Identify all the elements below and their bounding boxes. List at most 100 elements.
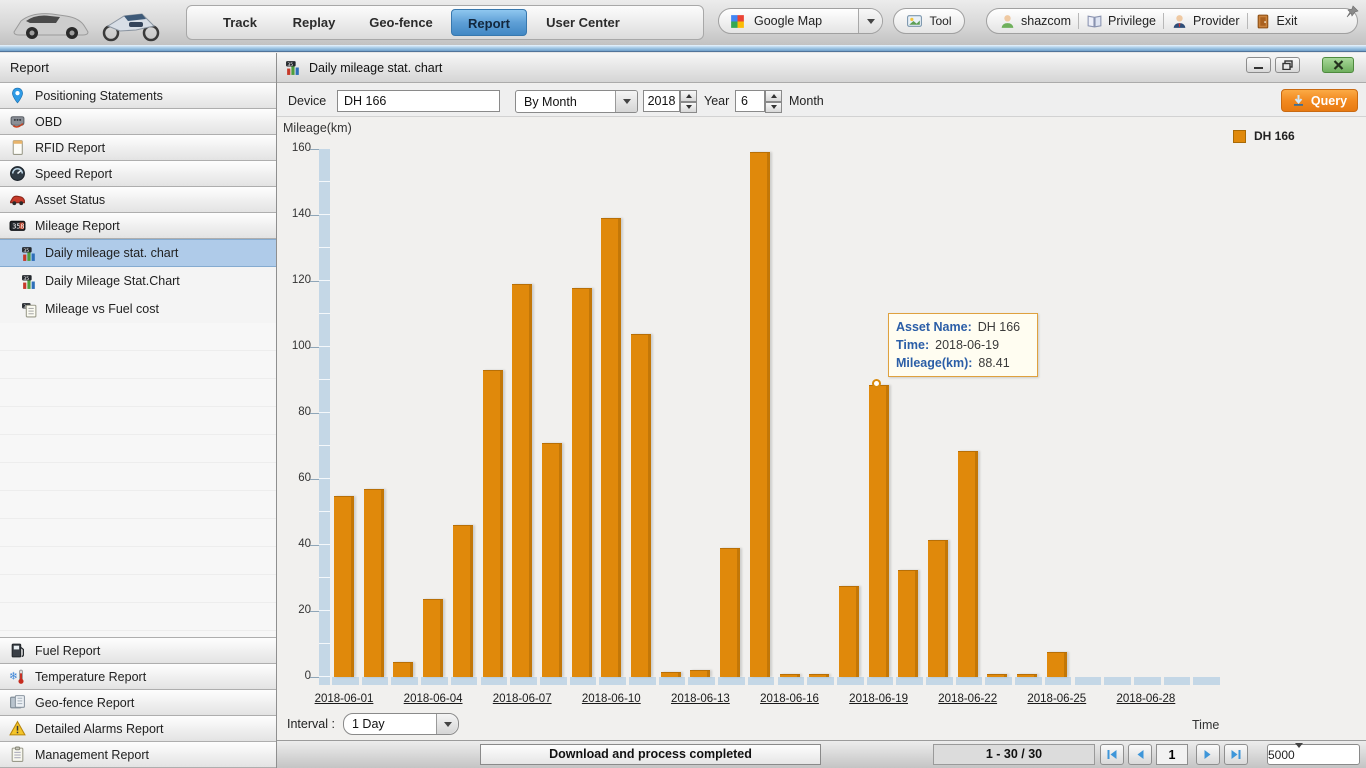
sidebar-subitem-daily-mileage-stat-chart-2[interactable]: 35 Daily Mileage Stat.Chart — [0, 267, 276, 295]
minimize-button[interactable] — [1246, 57, 1271, 73]
y-tick-label: 40 — [277, 538, 311, 550]
status-message[interactable]: Download and process completed — [480, 744, 821, 765]
period-mode-arrow[interactable] — [615, 91, 637, 112]
x-axis-segment — [778, 677, 805, 685]
x-tick-label[interactable]: 2018-06-19 — [837, 693, 921, 705]
sidebar-item-positioning-statements[interactable]: Positioning Statements — [0, 82, 276, 109]
exit-button[interactable]: Exit — [1255, 13, 1298, 30]
interval-arrow[interactable] — [436, 714, 458, 734]
year-input[interactable] — [643, 90, 680, 112]
location-pin-icon — [9, 87, 26, 104]
prev-page-button[interactable] — [1128, 744, 1152, 765]
period-mode-select[interactable]: By Month — [515, 90, 638, 113]
query-button[interactable]: Query — [1281, 89, 1358, 112]
sidebar-item-mileage-report[interactable]: 35 8 Mileage Report — [0, 212, 276, 239]
pushpin-icon[interactable] — [1344, 4, 1360, 20]
restore-button[interactable] — [1275, 57, 1300, 73]
first-page-button[interactable] — [1100, 744, 1124, 765]
google-map-icon — [729, 13, 746, 30]
month-spin-up[interactable] — [765, 90, 782, 102]
tab-report[interactable]: Report — [451, 9, 527, 36]
year-spin-up[interactable] — [680, 90, 697, 102]
x-axis-segment — [985, 677, 1012, 685]
sidebar-item-geo-fence-report[interactable]: Geo-fence Report — [0, 689, 276, 716]
provider-button[interactable]: Provider — [1171, 13, 1240, 30]
tab-user-center[interactable]: User Center — [537, 9, 629, 36]
interval-row: Interval : 1 Day Time — [277, 710, 1366, 740]
x-tick-label[interactable]: 2018-06-10 — [569, 693, 653, 705]
x-tick-label[interactable]: 2018-06-25 — [1015, 693, 1099, 705]
x-tick-label[interactable]: 2018-06-07 — [480, 693, 564, 705]
mileage-bar-2018-06-15[interactable] — [750, 152, 770, 677]
next-page-button[interactable] — [1196, 744, 1220, 765]
mileage-bar-2018-06-20[interactable] — [898, 570, 918, 677]
mileage-bar-2018-06-22[interactable] — [958, 451, 978, 677]
month-spinner[interactable] — [765, 90, 782, 113]
mileage-bar-2018-06-05[interactable] — [453, 525, 473, 677]
tab-geo-fence[interactable]: Geo-fence — [359, 9, 443, 36]
mileage-bar-2018-06-19[interactable] — [869, 385, 889, 677]
x-tick-label[interactable]: 2018-06-13 — [658, 693, 742, 705]
sidebar-item-obd[interactable]: OBD — [0, 108, 276, 135]
mileage-bar-2018-06-23[interactable] — [987, 674, 1007, 677]
sidebar-item-management-report[interactable]: Management Report — [0, 741, 276, 768]
year-spinner[interactable] — [680, 90, 697, 113]
interval-select[interactable]: 1 Day — [343, 713, 459, 735]
mileage-bar-2018-06-13[interactable] — [690, 670, 710, 677]
mileage-bar-2018-06-24[interactable] — [1017, 674, 1037, 677]
month-input[interactable] — [735, 90, 765, 112]
x-tick-label[interactable]: 2018-06-01 — [302, 693, 386, 705]
page-input[interactable] — [1156, 744, 1188, 765]
provider-label: Provider — [1193, 14, 1240, 28]
mileage-bar-2018-06-25[interactable] — [1047, 652, 1067, 677]
sidebar-subitem-daily-mileage-stat-chart[interactable]: 35 Daily mileage stat. chart — [0, 239, 276, 267]
x-tick-label[interactable]: 2018-06-16 — [748, 693, 832, 705]
tab-track[interactable]: Track — [205, 9, 275, 36]
mileage-bar-2018-06-06[interactable] — [483, 370, 503, 677]
sidebar-item-detailed-alarms-report[interactable]: Detailed Alarms Report — [0, 715, 276, 742]
tool-button[interactable]: Tool — [893, 8, 965, 34]
y-tick-label: 0 — [277, 670, 311, 682]
page-size-arrow[interactable] — [1295, 748, 1303, 762]
tab-replay[interactable]: Replay — [279, 9, 349, 36]
sidebar-item-rfid-report[interactable]: RFID Report — [0, 134, 276, 161]
mileage-bar-2018-06-09[interactable] — [572, 288, 592, 677]
sidebar-item-fuel-report[interactable]: Fuel Report — [0, 637, 276, 664]
device-label: Device — [288, 94, 326, 108]
mileage-bar-2018-06-12[interactable] — [661, 672, 681, 677]
x-tick-label[interactable]: 2018-06-22 — [926, 693, 1010, 705]
mileage-bar-2018-06-16[interactable] — [780, 674, 800, 677]
mileage-bar-2018-06-01[interactable] — [334, 496, 354, 678]
status-bar: Download and process completed 1 - 30 / … — [277, 740, 1366, 768]
map-type-select[interactable]: Google Map — [718, 8, 883, 34]
mileage-bar-2018-06-18[interactable] — [839, 586, 859, 677]
mileage-bar-2018-06-11[interactable] — [631, 334, 651, 677]
mileage-bar-2018-06-07[interactable] — [512, 284, 532, 677]
mileage-bar-2018-06-03[interactable] — [393, 662, 413, 677]
sidebar-item-speed-report[interactable]: Speed Report — [0, 160, 276, 187]
page-size-select[interactable]: 5000 — [1267, 744, 1360, 765]
close-button[interactable] — [1322, 57, 1354, 73]
tooltip-time-value: 2018-06-19 — [935, 338, 999, 352]
x-tick-label[interactable]: 2018-06-28 — [1104, 693, 1188, 705]
mileage-bar-2018-06-02[interactable] — [364, 489, 384, 677]
mileage-bar-2018-06-21[interactable] — [928, 540, 948, 677]
year-spin-down[interactable] — [680, 102, 697, 114]
sidebar-item-asset-status[interactable]: Asset Status — [0, 186, 276, 213]
x-tick-label[interactable]: 2018-06-04 — [391, 693, 475, 705]
mileage-bar-2018-06-14[interactable] — [720, 548, 740, 677]
mileage-bar-2018-06-08[interactable] — [542, 443, 562, 677]
map-type-dropdown-arrow[interactable] — [858, 9, 882, 33]
session-toolbar: shazcom Privilege Provider — [986, 8, 1358, 34]
sidebar-item-temperature-report[interactable]: ❄ Temperature Report — [0, 663, 276, 690]
privilege-button[interactable]: Privilege — [1086, 13, 1156, 30]
month-spin-down[interactable] — [765, 102, 782, 114]
mileage-bar-2018-06-17[interactable] — [809, 674, 829, 677]
svg-text:8: 8 — [20, 222, 24, 230]
user-button[interactable]: shazcom — [999, 13, 1071, 30]
mileage-bar-2018-06-10[interactable] — [601, 218, 621, 677]
last-page-button[interactable] — [1224, 744, 1248, 765]
device-input[interactable] — [337, 90, 500, 112]
sidebar-subitem-mileage-vs-fuel-cost[interactable]: 3 Mileage vs Fuel cost — [0, 295, 276, 323]
mileage-bar-2018-06-04[interactable] — [423, 599, 443, 677]
